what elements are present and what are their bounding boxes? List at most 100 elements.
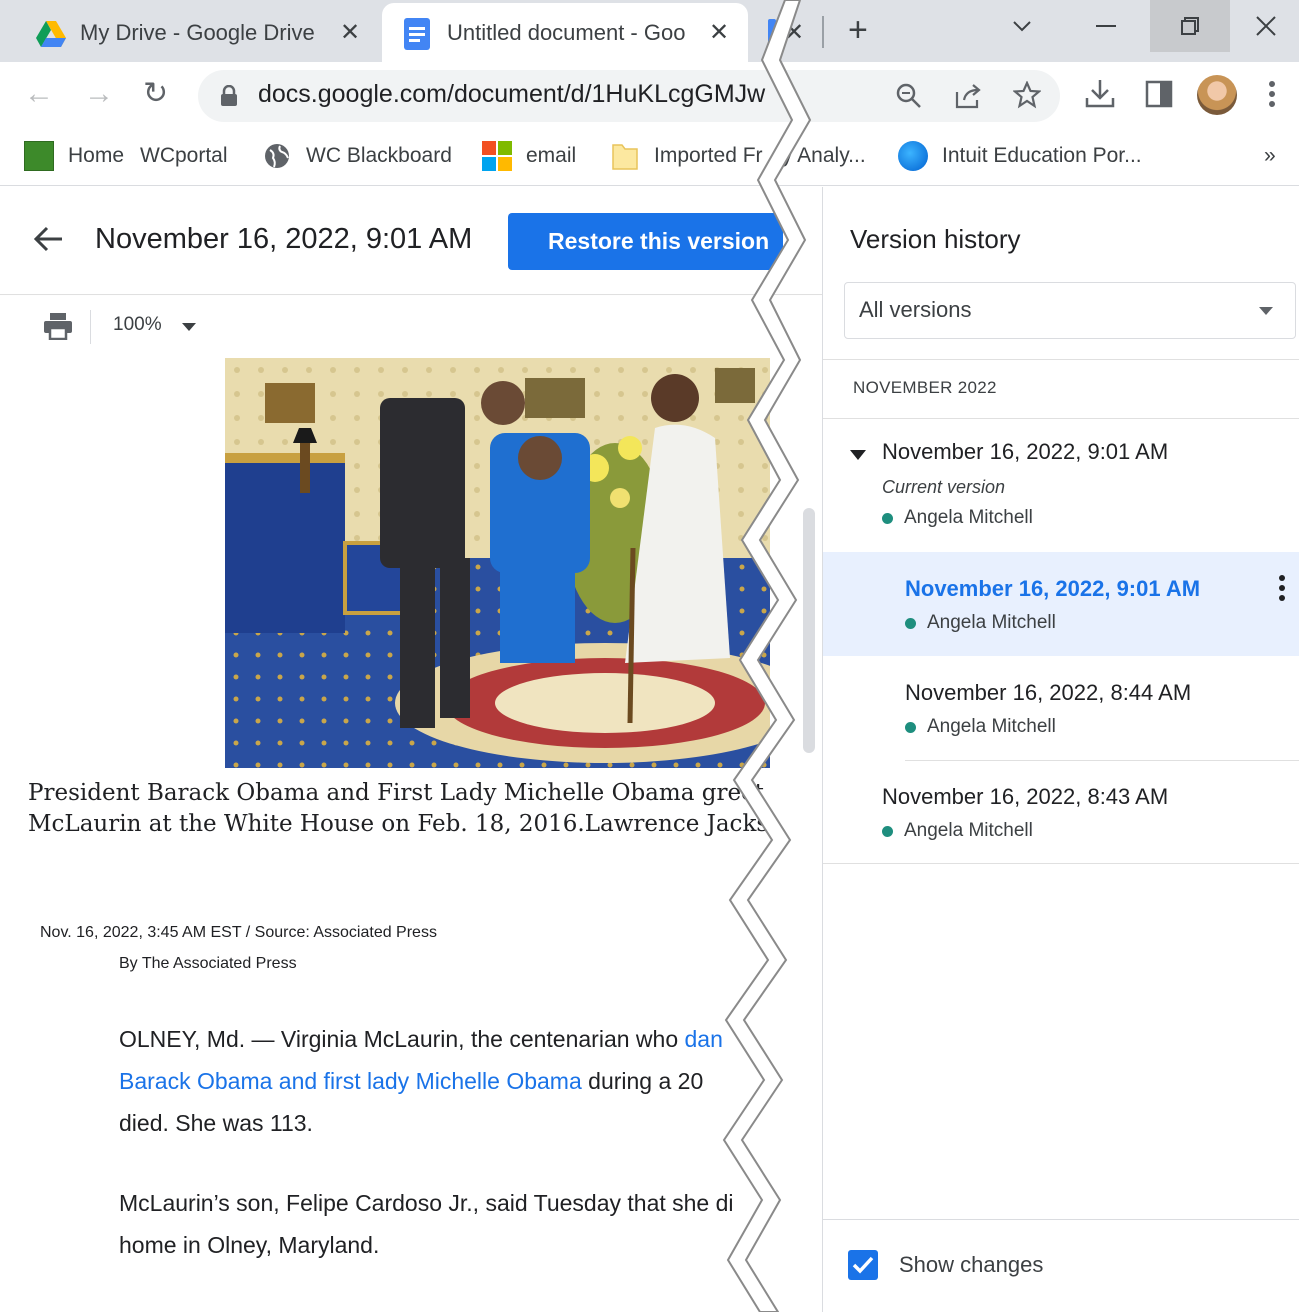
bookmark-label: email: [526, 144, 577, 167]
article-link[interactable]: Barack Obama and first lady Michelle Oba…: [119, 1068, 582, 1094]
close-window-button[interactable]: [1233, 0, 1299, 52]
tab-title: Untitled document - Goo: [447, 19, 686, 45]
home-favicon: [24, 141, 54, 171]
show-changes-checkbox[interactable]: [848, 1250, 878, 1280]
bookmark-label: WCportal: [140, 144, 228, 167]
bookmark-email[interactable]: email: [482, 140, 576, 172]
download-icon[interactable]: [1085, 78, 1115, 110]
close-tab-icon[interactable]: ✕: [340, 18, 360, 47]
divider: [823, 863, 1299, 864]
version-filter-select[interactable]: All versions: [844, 282, 1296, 339]
author-name: Angela Mitchell: [927, 612, 1056, 633]
google-docs-icon: [768, 19, 776, 49]
tab-my-drive[interactable]: My Drive - Google Drive ✕: [0, 3, 380, 62]
caret-down-icon[interactable]: [182, 323, 196, 331]
browser-window: My Drive - Google Drive ✕ Untitled docum…: [0, 0, 1299, 1312]
select-value: All versions: [859, 297, 972, 322]
bookmark-wc-blackboard[interactable]: WC Blackboard: [262, 140, 452, 172]
collapse-caret-icon[interactable]: [850, 450, 866, 460]
zoom-icon[interactable]: [896, 83, 922, 109]
address-bar[interactable]: docs.google.com/document/d/1HuKLcgGMJw: [198, 70, 1060, 122]
folder-icon: [612, 144, 638, 170]
version-date: November 16, 2022, 9:01 AM: [882, 439, 1169, 464]
profile-avatar[interactable]: [1197, 75, 1237, 115]
bookmark-imported[interactable]: Imported Fr: [610, 140, 763, 172]
intuit-icon: [898, 141, 928, 171]
article-paragraph: OLNEY, Md. — Virginia McLaurin, the cent…: [119, 1018, 759, 1144]
reload-button[interactable]: ↻: [143, 76, 168, 112]
paragraph-text: died. She was 113.: [119, 1110, 313, 1136]
bookmark-label: y Analy...: [782, 144, 866, 167]
print-icon[interactable]: [43, 312, 73, 340]
minimize-button[interactable]: [1066, 0, 1146, 52]
document-body: President Barack Obama and First Lady Mi…: [0, 358, 822, 1312]
version-author: Angela Mitchell: [882, 820, 1033, 842]
bookmarks-overflow-button[interactable]: »: [1264, 140, 1276, 172]
caret-down-icon: [1259, 307, 1273, 315]
tab-title: My Drive - Google Drive: [80, 19, 315, 45]
author-color-dot: [905, 617, 916, 629]
article-byline: By The Associated Press: [119, 955, 297, 972]
star-icon[interactable]: [1013, 81, 1041, 109]
version-entry-selected[interactable]: November 16, 2022, 9:01 AM Angela Mitche…: [823, 552, 1299, 656]
version-entry[interactable]: November 16, 2022, 9:01 AM Current versi…: [823, 419, 1299, 552]
version-date: November 16, 2022, 8:44 AM: [905, 680, 1192, 705]
chevron-double-right-icon: »: [1264, 144, 1276, 167]
bookmark-label: WC Blackboard: [306, 144, 452, 167]
paragraph-text: McLaurin’s son, Felipe Cardoso Jr., said…: [119, 1190, 734, 1216]
version-author: Angela Mitchell: [905, 716, 1056, 738]
version-entry[interactable]: November 16, 2022, 8:43 AM Angela Mitche…: [823, 760, 1299, 863]
forward-button[interactable]: →: [84, 76, 114, 112]
version-history-panel: Version history All versions NOVEMBER 20…: [822, 187, 1299, 1312]
doc-toolbar: 100%: [0, 296, 822, 358]
bookmark-label: Home: [68, 144, 125, 167]
caption-line: President Barack Obama and First Lady Mi…: [28, 780, 768, 806]
version-date: November 16, 2022, 8:43 AM: [882, 784, 1169, 809]
zoom-select[interactable]: 100%: [113, 314, 162, 336]
tab-untitled-document[interactable]: Untitled document - Goo ✕: [382, 3, 748, 62]
news-photo: [225, 358, 770, 768]
version-header: November 16, 2022, 9:01 AM Restore this …: [0, 187, 822, 295]
author-color-dot: [882, 512, 893, 524]
caption-line: McLaurin at the White House on Feb. 18, …: [28, 811, 768, 837]
paragraph-text: during a 20: [581, 1068, 704, 1094]
microsoft-icon: [482, 141, 512, 171]
more-actions-icon[interactable]: [1278, 574, 1286, 602]
lock-icon: [221, 85, 237, 106]
back-arrow-icon[interactable]: [32, 223, 64, 255]
new-tab-button[interactable]: +: [848, 12, 868, 48]
author-name: Angela Mitchell: [904, 507, 1033, 528]
paragraph-text: home in Olney, Maryland.: [119, 1232, 380, 1258]
share-icon[interactable]: [954, 82, 984, 110]
bookmark-intuit[interactable]: Intuit Education Por...: [898, 140, 1142, 172]
tab-strip: My Drive - Google Drive ✕ Untitled docum…: [0, 0, 1299, 62]
version-title: November 16, 2022, 9:01 AM: [95, 223, 473, 255]
google-docs-icon: [404, 18, 430, 50]
author-color-dot: [905, 721, 916, 733]
tab-search-button[interactable]: [982, 0, 1062, 52]
chevron-down-icon: [1013, 21, 1031, 32]
bookmark-analytics[interactable]: y Analy...: [782, 140, 866, 172]
close-tab-icon[interactable]: ✕: [709, 18, 729, 47]
tab-third[interactable]: ✕: [760, 3, 810, 62]
minimize-icon: [1096, 25, 1116, 27]
restore-version-button[interactable]: Restore this version: [508, 213, 783, 270]
side-panel-icon[interactable]: [1145, 80, 1173, 108]
author-name: Angela Mitchell: [927, 716, 1056, 737]
article-dateline: Nov. 16, 2022, 3:45 AM EST / Source: Ass…: [40, 924, 437, 941]
restore-button[interactable]: [1150, 0, 1230, 52]
show-changes-label: Show changes: [899, 1252, 1044, 1277]
version-entry[interactable]: November 16, 2022, 8:44 AM Angela Mitche…: [823, 656, 1299, 760]
close-tab-icon[interactable]: ✕: [784, 18, 804, 47]
google-drive-icon: [36, 21, 66, 47]
author-name: Angela Mitchell: [904, 820, 1033, 841]
back-button[interactable]: ←: [24, 76, 54, 112]
more-menu-icon[interactable]: [1268, 80, 1276, 108]
current-version-label: Current version: [882, 477, 1006, 497]
bookmark-wcportal[interactable]: WCportal: [140, 140, 228, 172]
document-scrollbar[interactable]: [803, 508, 815, 753]
toolbar-divider: [90, 310, 91, 344]
bookmark-home[interactable]: Home: [24, 140, 124, 172]
tab-separator: [822, 16, 824, 48]
article-link[interactable]: dan: [685, 1026, 723, 1052]
